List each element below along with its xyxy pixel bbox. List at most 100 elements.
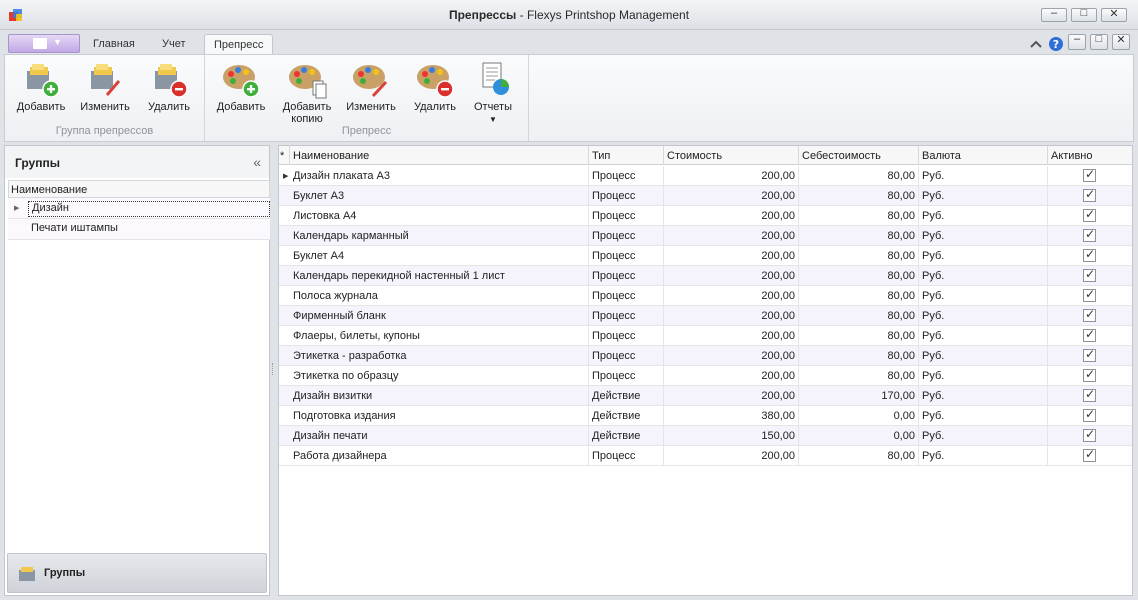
prepress-add-copy-button[interactable]: Добавить копию: [277, 59, 337, 125]
cell-name[interactable]: Буклет А4: [290, 246, 589, 266]
cell-currency[interactable]: Руб.: [919, 446, 1048, 466]
cell-type[interactable]: Действие: [589, 426, 664, 446]
cell-currency[interactable]: Руб.: [919, 286, 1048, 306]
cell-cost[interactable]: 200,00: [664, 446, 799, 466]
cell-type[interactable]: Процесс: [589, 246, 664, 266]
cell-type[interactable]: Процесс: [589, 266, 664, 286]
cell-self-cost[interactable]: 0,00: [799, 406, 919, 426]
cell-currency[interactable]: Руб.: [919, 406, 1048, 426]
cell-type[interactable]: Процесс: [589, 366, 664, 386]
cell-type[interactable]: Процесс: [589, 446, 664, 466]
active-checkbox[interactable]: [1083, 407, 1096, 422]
column-header-cost[interactable]: Стоимость: [664, 146, 799, 165]
column-header-currency[interactable]: Валюта: [919, 146, 1048, 165]
column-header-name[interactable]: Наименование: [290, 146, 589, 165]
cell-self-cost[interactable]: 80,00: [799, 226, 919, 246]
group-delete-button[interactable]: Удалить: [139, 59, 199, 113]
prepress-delete-button[interactable]: Удалить: [405, 59, 465, 113]
table-row[interactable]: Листовка А4 Процесс 200,00 80,00 Руб.: [279, 206, 1132, 226]
prepress-add-button[interactable]: Добавить: [211, 59, 271, 113]
table-row[interactable]: Дизайн визитки Действие 200,00 170,00 Руб.: [279, 386, 1132, 406]
close-button[interactable]: ✕: [1101, 8, 1127, 22]
cell-cost[interactable]: 200,00: [664, 206, 799, 226]
reports-button[interactable]: Отчеты ▼: [463, 59, 523, 126]
cell-self-cost[interactable]: 80,00: [799, 246, 919, 266]
cell-type[interactable]: Процесс: [589, 166, 664, 186]
cell-type[interactable]: Процесс: [589, 286, 664, 306]
cell-currency[interactable]: Руб.: [919, 226, 1048, 246]
cell-name[interactable]: Дизайн визитки: [290, 386, 589, 406]
cell-currency[interactable]: Руб.: [919, 346, 1048, 366]
table-row[interactable]: Дизайн печати Действие 150,00 0,00 Руб.: [279, 426, 1132, 446]
cell-name[interactable]: Дизайн плаката А3: [290, 166, 589, 186]
tab-accounting[interactable]: Учет: [162, 38, 186, 50]
cell-self-cost[interactable]: 170,00: [799, 386, 919, 406]
tab-prepress[interactable]: Препресс: [204, 34, 274, 56]
cell-name[interactable]: Фирменный бланк: [290, 306, 589, 326]
cell-currency[interactable]: Руб.: [919, 386, 1048, 406]
cell-type[interactable]: Процесс: [589, 226, 664, 246]
cell-type[interactable]: Действие: [589, 406, 664, 426]
cell-cost[interactable]: 200,00: [664, 306, 799, 326]
cell-name[interactable]: Календарь карманный: [290, 226, 589, 246]
active-checkbox[interactable]: [1083, 347, 1096, 362]
cell-currency[interactable]: Руб.: [919, 306, 1048, 326]
application-menu-button[interactable]: ▼: [8, 34, 80, 53]
cell-name[interactable]: Полоса журнала: [290, 286, 589, 306]
group-row[interactable]: ▶ Дизайн: [8, 198, 270, 219]
cell-self-cost[interactable]: 80,00: [799, 186, 919, 206]
cell-name[interactable]: Буклет А3: [290, 186, 589, 206]
column-header-active[interactable]: Активно: [1048, 146, 1132, 165]
table-row[interactable]: Этикетка - разработка Процесс 200,00 80,00 Р…: [279, 346, 1132, 366]
cell-cost[interactable]: 200,00: [664, 226, 799, 246]
active-checkbox[interactable]: [1083, 227, 1096, 242]
table-row[interactable]: Буклет А4 Процесс 200,00 80,00 Руб.: [279, 246, 1132, 266]
cell-type[interactable]: Процесс: [589, 346, 664, 366]
active-checkbox[interactable]: [1083, 207, 1096, 222]
cell-self-cost[interactable]: 80,00: [799, 206, 919, 226]
cell-name[interactable]: Подготовка издания: [290, 406, 589, 426]
cell-cost[interactable]: 200,00: [664, 326, 799, 346]
active-checkbox[interactable]: [1083, 387, 1096, 402]
cell-name[interactable]: Флаеры, билеты, купоны: [290, 326, 589, 346]
cell-cost[interactable]: 200,00: [664, 286, 799, 306]
table-row[interactable]: Подготовка издания Действие 380,00 0,00 Руб.: [279, 406, 1132, 426]
cell-cost[interactable]: 150,00: [664, 426, 799, 446]
tab-main[interactable]: Главная: [93, 38, 135, 50]
active-checkbox[interactable]: [1083, 187, 1096, 202]
cell-currency[interactable]: Руб.: [919, 426, 1048, 446]
cell-name[interactable]: Работа дизайнера: [290, 446, 589, 466]
table-row[interactable]: Календарь перекидной настенный 1 лист Про…: [279, 266, 1132, 286]
cell-type[interactable]: Процесс: [589, 306, 664, 326]
cell-name[interactable]: Листовка А4: [290, 206, 589, 226]
cell-self-cost[interactable]: 0,00: [799, 426, 919, 446]
cell-type[interactable]: Процесс: [589, 326, 664, 346]
table-row[interactable]: ▶ Дизайн плаката А3 Процесс 200,00 80,00 Руб.: [279, 166, 1132, 186]
cell-self-cost[interactable]: 80,00: [799, 306, 919, 326]
cell-self-cost[interactable]: 80,00: [799, 166, 919, 186]
cell-cost[interactable]: 200,00: [664, 246, 799, 266]
cell-cost[interactable]: 200,00: [664, 346, 799, 366]
table-row[interactable]: Флаеры, билеты, купоны Процесс 200,00 80,00…: [279, 326, 1132, 346]
cell-name[interactable]: Этикетка - разработка: [290, 346, 589, 366]
group-row[interactable]: Печати иштампы: [8, 219, 270, 240]
cell-type[interactable]: Процесс: [589, 186, 664, 206]
cell-type[interactable]: Процесс: [589, 206, 664, 226]
prepress-edit-button[interactable]: Изменить: [341, 59, 401, 113]
cell-self-cost[interactable]: 80,00: [799, 346, 919, 366]
cell-name[interactable]: Календарь перекидной настенный 1 лист: [290, 266, 589, 286]
cell-self-cost[interactable]: 80,00: [799, 266, 919, 286]
table-row[interactable]: Полоса журнала Процесс 200,00 80,00 Руб.: [279, 286, 1132, 306]
active-checkbox[interactable]: [1083, 167, 1096, 182]
cell-name[interactable]: Этикетка по образцу: [290, 366, 589, 386]
collapse-panel-icon[interactable]: «: [253, 154, 261, 170]
column-header-type[interactable]: Тип: [589, 146, 664, 165]
help-icon[interactable]: ?: [1048, 36, 1064, 52]
cell-cost[interactable]: 200,00: [664, 166, 799, 186]
cell-cost[interactable]: 200,00: [664, 266, 799, 286]
cell-name[interactable]: Дизайн печати: [290, 426, 589, 446]
cell-self-cost[interactable]: 80,00: [799, 286, 919, 306]
cell-currency[interactable]: Руб.: [919, 166, 1048, 186]
minimize-button[interactable]: –: [1041, 7, 1067, 22]
cell-cost[interactable]: 200,00: [664, 386, 799, 406]
